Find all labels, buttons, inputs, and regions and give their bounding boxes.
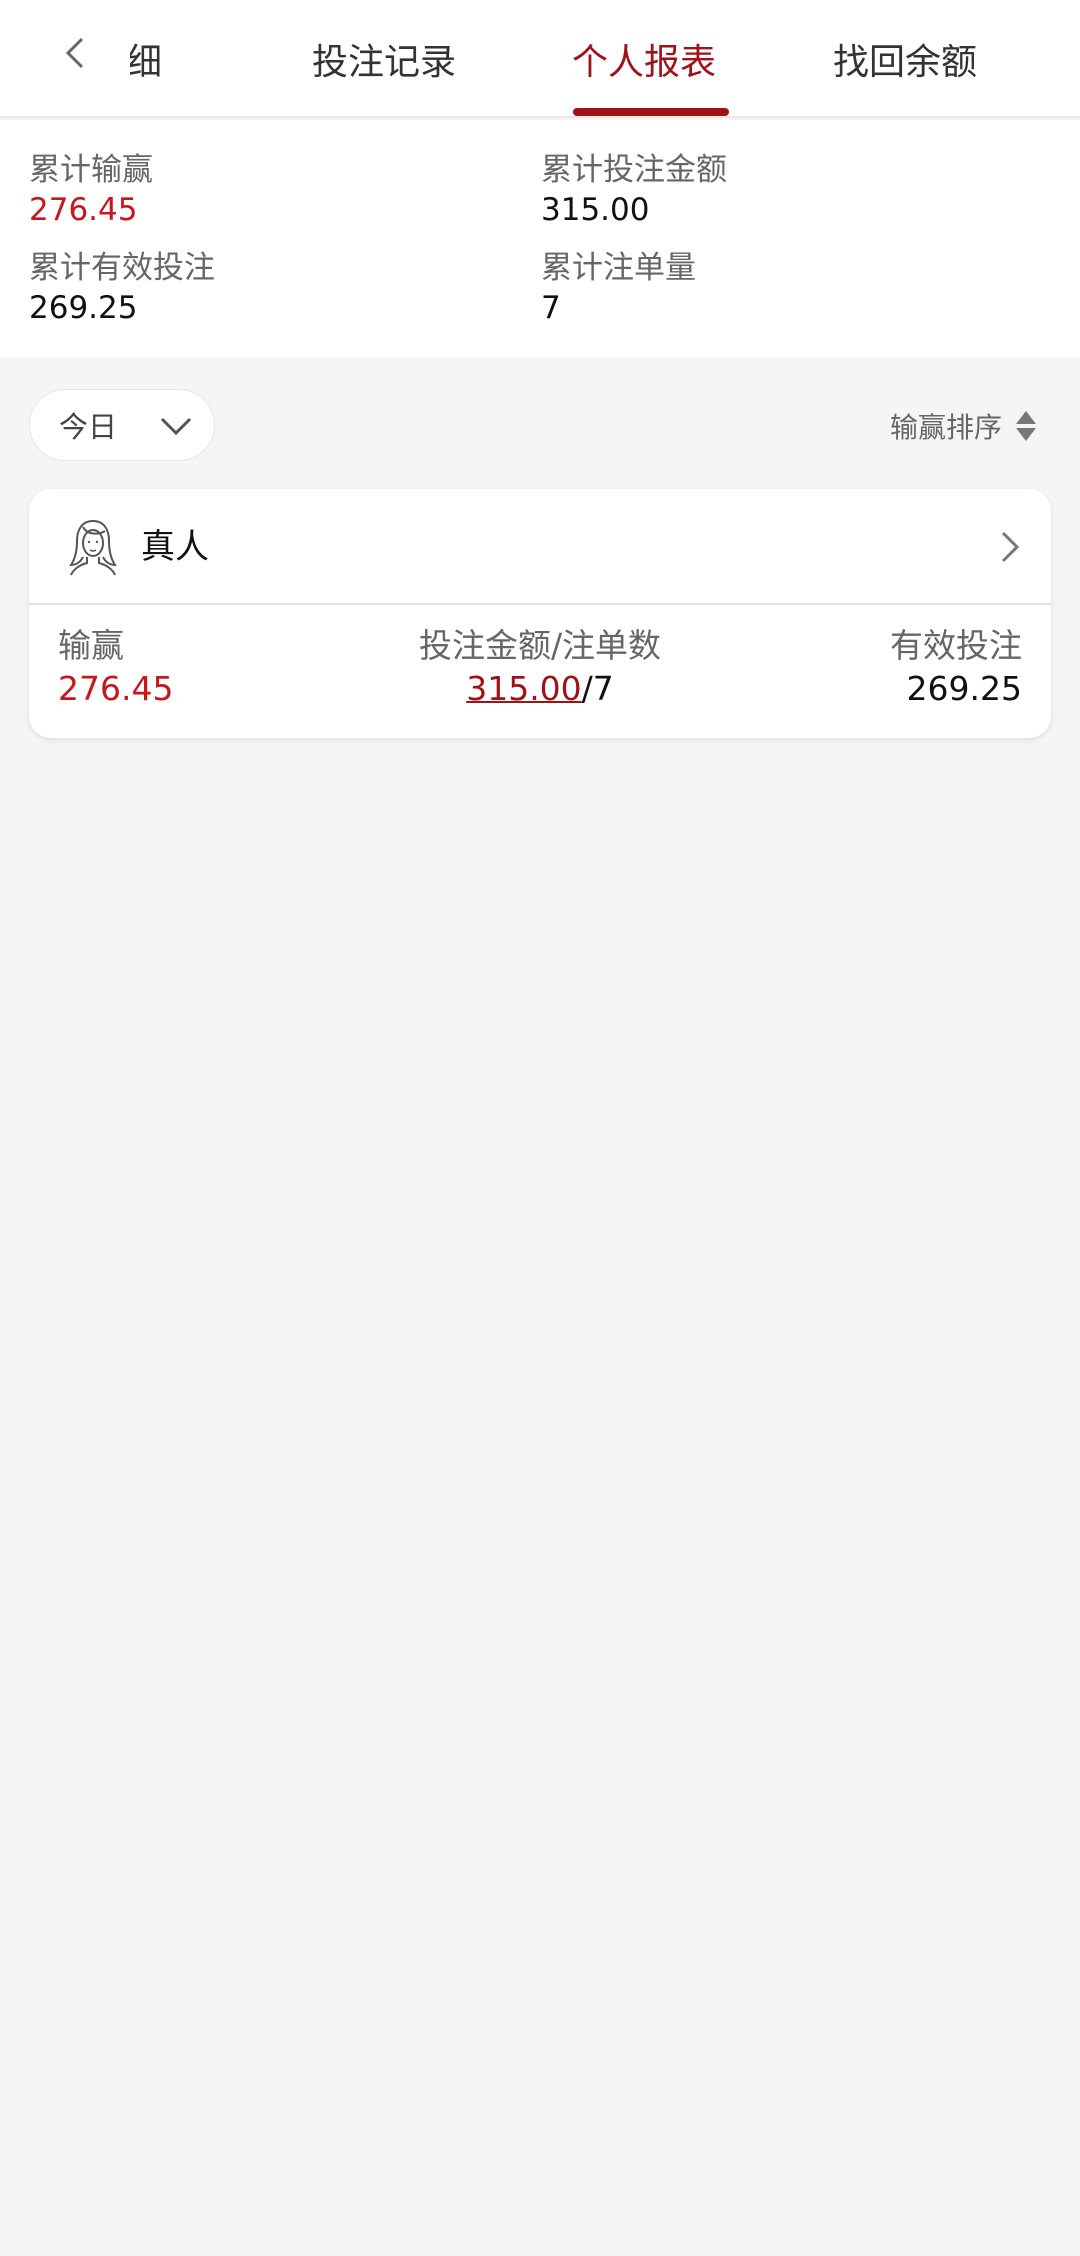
tab-personal-report[interactable]: 个人报表: [514, 0, 774, 118]
bet-count: /7: [581, 669, 614, 708]
sort-win-loss-button[interactable]: 输赢排序: [890, 406, 1036, 446]
card-header[interactable]: 真人: [29, 489, 1051, 605]
tab-personal-report-label: 个人报表: [571, 42, 716, 83]
tab-bet-records-label: 投注记录: [311, 42, 456, 83]
card-title: 真人: [141, 527, 209, 567]
tab-recover-balance[interactable]: 找回余额: [775, 0, 1035, 118]
stat-value: 315.00: [541, 192, 650, 228]
stat-total-valid-bet: 累计有效投注 269.25: [29, 248, 215, 328]
category-card-live[interactable]: 真人 输赢 276.45 投注金额/注单数 315.00/7 有效投注 269.…: [29, 489, 1051, 738]
stat-value: 269.25: [29, 290, 138, 326]
woman-portrait-icon: [69, 520, 117, 576]
tab-bet-records[interactable]: 投注记录: [254, 0, 514, 118]
back-button[interactable]: [52, 28, 96, 78]
active-tab-indicator: [573, 108, 729, 116]
card-valid-bet: 有效投注 269.25: [890, 625, 1022, 711]
stat-total-bet-count: 累计注单量 7: [541, 248, 696, 328]
stat-value: 7: [541, 290, 561, 326]
stat-total-win-loss: 累计输赢 276.45: [29, 150, 153, 230]
tab-recover-balance-label: 找回余额: [832, 42, 977, 83]
date-filter-select[interactable]: 今日: [29, 389, 215, 461]
valid-bet-value: 269.25: [906, 669, 1022, 708]
sort-icon: [1016, 411, 1036, 441]
chevron-down-icon: [160, 417, 192, 436]
stat-total-bet-amount: 累计投注金额 315.00: [541, 150, 727, 230]
tab-details-label: 明细: [130, 42, 163, 83]
stat-value: 276.45: [29, 192, 138, 228]
stat-label: 累计有效投注: [29, 250, 215, 286]
chevron-right-icon: [1001, 531, 1020, 563]
top-tab-bar: 明细 投注记录 个人报表 找回余额: [0, 0, 1080, 118]
stat-label: 累计注单量: [541, 250, 696, 286]
stat-label: 累计输赢: [29, 152, 153, 188]
summary-panel: 累计输赢 276.45 累计投注金额 315.00 累计有效投注 269.25 …: [0, 120, 1080, 358]
chevron-left-icon: [65, 37, 84, 69]
sort-label: 输赢排序: [889, 411, 1002, 444]
bet-amount-link[interactable]: 315.00: [466, 669, 581, 708]
valid-bet-label: 有效投注: [890, 626, 1022, 665]
stat-label: 累计投注金额: [541, 152, 727, 188]
date-filter-value: 今日: [59, 410, 118, 444]
tab-details[interactable]: 明细: [130, 0, 220, 118]
